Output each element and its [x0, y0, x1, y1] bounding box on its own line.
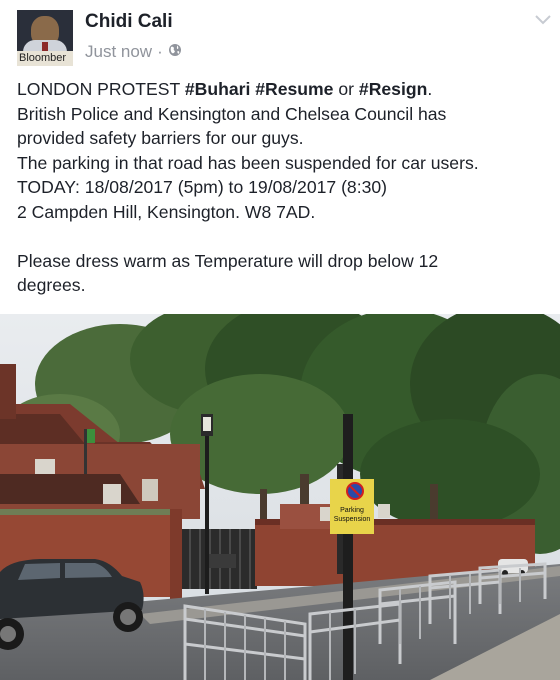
sign-text-parking: Parking	[340, 507, 364, 514]
post-line-6: 2 Campden Hill, Kensington. W8 7AD.	[17, 201, 316, 222]
post-line-4: The parking in that road has been suspen…	[17, 152, 479, 173]
post-line-2: British Police and Kensington and Chelse…	[17, 103, 447, 124]
meta-separator: ·	[157, 42, 163, 61]
post-line-1-end: .	[427, 79, 433, 99]
avatar[interactable]: Bloomber	[17, 10, 73, 66]
post-line-1: LONDON PROTEST #Buhari #Resume or #Resig…	[17, 77, 557, 102]
author-name[interactable]: Chidi Cali	[85, 11, 173, 33]
hashtag-buhari[interactable]: #Buhari	[185, 79, 251, 99]
post-photo[interactable]: Parking Suspension	[0, 314, 560, 680]
post-blank-line	[17, 224, 557, 249]
sign-text-suspension: Suspension	[334, 516, 371, 523]
post-line-1-or: or	[333, 79, 359, 99]
post-line-1-prefix: LONDON PROTEST	[17, 79, 185, 99]
post-meta: Just now ·	[85, 42, 182, 62]
avatar-caption: Bloomber	[17, 51, 73, 66]
post-body: LONDON PROTEST #Buhari #Resume or #Resig…	[17, 77, 557, 298]
street-scene-photo: Parking Suspension	[0, 314, 560, 680]
iron-gate	[182, 529, 257, 589]
post-line-7: Please dress warm as Temperature will dr…	[17, 250, 439, 271]
post-line-5: TODAY: 18/08/2017 (5pm) to 19/08/2017 (8…	[17, 177, 388, 197]
post-line-3: provided safety barriers for our guys.	[17, 128, 304, 148]
hashtag-resign[interactable]: #Resign	[359, 79, 427, 99]
post-timestamp[interactable]: Just now	[85, 42, 152, 62]
globe-icon[interactable]	[168, 42, 182, 62]
post-header: Bloomber Chidi Cali Just now ·	[0, 0, 560, 66]
hashtag-resume[interactable]: #Resume	[255, 79, 333, 99]
post-line-8: degrees.	[17, 275, 86, 295]
